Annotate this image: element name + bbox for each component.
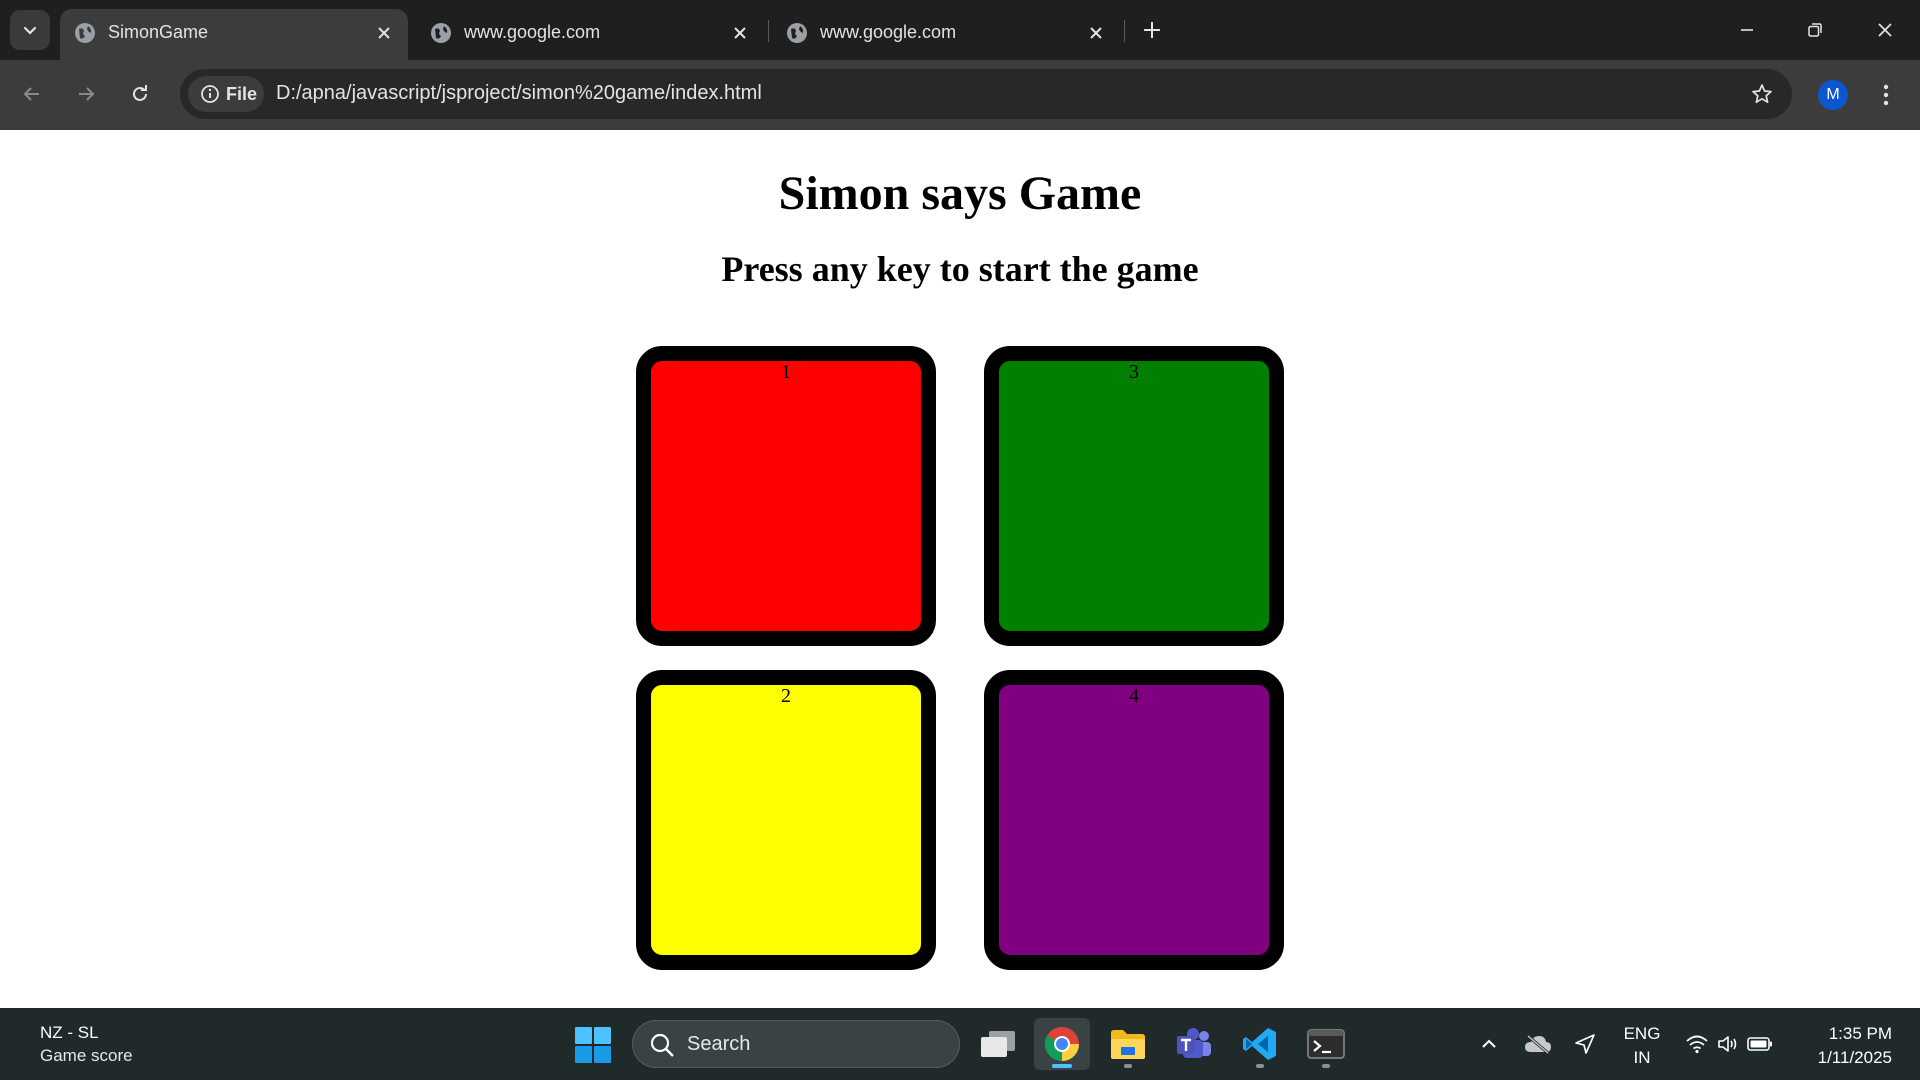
chevron-up-icon [1482,1039,1496,1048]
button-number: 1 [781,361,791,383]
folder-icon [1111,1030,1145,1059]
address-bar[interactable]: File D:/apna/javascript/jsproject/simon%… [180,69,1792,119]
widget-line-1: NZ - SL [40,1023,99,1042]
close-tab-icon[interactable] [1082,19,1110,47]
location-arrow-icon [1575,1034,1595,1054]
clock-time: 1:35 PM [1828,1024,1892,1043]
info-icon [201,85,219,103]
purple-button[interactable]: 4 [984,670,1284,970]
teams-button[interactable] [1166,1018,1222,1070]
forward-button[interactable] [66,74,106,114]
browser-toolbar: File D:/apna/javascript/jsproject/simon%… [0,60,1920,130]
page-title: Simon says Game [778,167,1142,220]
tab-title: www.google.com [464,22,601,42]
task-view-icon [981,1031,1015,1057]
battery-icon [1747,1037,1772,1051]
restore-button[interactable] [1792,8,1838,52]
page-subtitle: Press any key to start the game [721,249,1199,289]
location-tray-button[interactable] [1570,1008,1600,1080]
reload-button[interactable] [120,74,160,114]
red-button[interactable]: 1 [636,346,936,646]
close-window-button[interactable] [1862,8,1908,52]
minimize-icon [1741,29,1753,31]
arrow-left-icon [23,87,39,101]
lang-line-1: ENG [1623,1024,1661,1043]
globe-icon [75,23,95,43]
lang-line-2: IN [1633,1048,1651,1067]
cloud-offline-icon [1525,1034,1551,1054]
tab-separator [768,20,769,42]
chrome-icon [1044,1027,1079,1062]
chevron-down-icon [23,26,37,35]
vscode-icon [1243,1028,1276,1060]
taskbar-search-box[interactable]: Search [632,1020,960,1068]
terminal-button[interactable] [1298,1018,1354,1070]
close-icon [1878,23,1892,37]
tab-strip: SimonGame www.google.com www.google.com [0,0,1920,60]
green-button[interactable]: 3 [984,346,1284,646]
close-tab-icon[interactable] [370,19,398,47]
wifi-icon [1686,1035,1708,1054]
close-tab-icon[interactable] [726,19,754,47]
clock-date: 1/11/2025 [1817,1048,1892,1067]
button-number: 4 [1129,685,1139,707]
windows-start-icon[interactable] [574,1026,612,1064]
quick-settings-button[interactable] [1684,1008,1774,1080]
tab-google-1[interactable]: www.google.com [416,9,764,60]
button-number: 3 [1129,361,1139,383]
terminal-icon [1307,1029,1345,1059]
web-page: Simon says Game Press any key to start t… [0,130,1920,1008]
arrow-right-icon [79,87,95,101]
file-explorer-button[interactable] [1100,1018,1156,1070]
reload-icon [133,85,147,101]
back-button[interactable] [12,74,52,114]
vscode-button[interactable] [1232,1018,1288,1070]
site-chip-label: File [226,84,258,104]
tab-title: SimonGame [108,22,209,42]
button-number: 2 [781,685,791,707]
globe-icon [787,23,807,43]
search-label: Search [687,1033,751,1055]
url-text[interactable]: D:/apna/javascript/jsproject/simon%20gam… [276,82,762,105]
minimize-button[interactable] [1724,8,1770,52]
teams-icon [1177,1028,1211,1058]
profile-avatar[interactable]: M [1818,80,1848,110]
volume-icon [1718,1036,1737,1052]
taskbar-clock[interactable]: 1:35 PM 1/11/2025 [1800,1022,1892,1070]
weather-widget[interactable]: NZ - SL Game score [40,1022,133,1068]
tab-search-button[interactable] [10,10,50,50]
plus-icon [1144,22,1160,38]
tab-title: www.google.com [820,22,957,42]
widget-line-2: Game score [40,1046,133,1065]
restore-icon [1808,23,1822,37]
more-vertical-icon [1883,84,1889,106]
browser-menu-button[interactable] [1870,77,1902,113]
tab-google-2[interactable]: www.google.com [772,9,1120,60]
chrome-taskbar-button[interactable] [1034,1018,1090,1070]
task-view-button[interactable] [970,1018,1026,1070]
onedrive-tray-button[interactable] [1522,1008,1554,1080]
taskbar: NZ - SL Game score Search ENG IN 1:35 PM… [0,1008,1920,1080]
show-hidden-icons-button[interactable] [1474,1008,1504,1080]
yellow-button[interactable]: 2 [636,670,936,970]
search-icon [650,1033,674,1057]
input-language-indicator[interactable]: ENG IN [1620,1022,1664,1070]
globe-icon [431,23,451,43]
star-icon [1752,84,1772,104]
new-tab-button[interactable] [1136,14,1168,46]
bookmark-button[interactable] [1746,78,1778,110]
tab-simongame[interactable]: SimonGame [60,9,408,60]
tab-separator [1124,20,1125,42]
